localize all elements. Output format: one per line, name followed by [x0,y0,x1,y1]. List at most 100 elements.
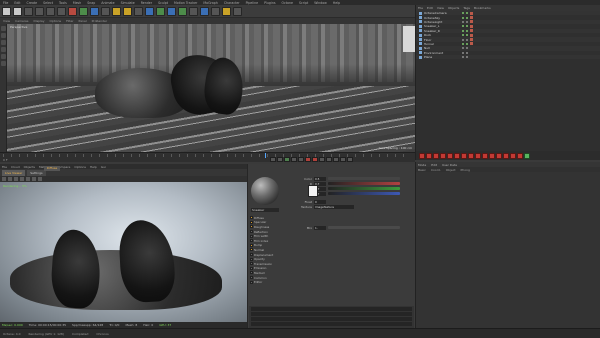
y-axis-icon[interactable] [79,6,88,16]
render-dot[interactable] [466,16,468,19]
cube-icon[interactable] [145,6,154,16]
green-slider[interactable] [328,187,400,190]
channel-editor[interactable]: Editor [250,280,262,284]
field[interactable] [251,307,412,311]
channel-emission[interactable]: Emission [250,266,266,270]
stop-render-icon[interactable] [14,177,18,181]
save-image-icon[interactable] [38,177,42,181]
octane-icon[interactable] [233,6,242,16]
material-swatch-icon[interactable] [496,152,502,159]
material-tag-icon[interactable] [470,29,473,33]
menu-item-5[interactable]: Mesh [73,1,81,5]
coord-system-icon[interactable] [101,6,110,16]
visibility-dot[interactable] [462,25,464,28]
object-manager-menu-item-0[interactable]: File [418,6,423,10]
attribute-subtab-0[interactable]: Basic [418,168,426,172]
keyframe-icon[interactable] [319,157,325,162]
material-tag-icon[interactable] [470,42,473,46]
channel-checkbox[interactable] [250,253,253,257]
material-swatch-icon[interactable] [503,152,509,159]
rotate-icon[interactable] [57,6,66,16]
model-mode-icon[interactable] [1,26,6,31]
channel-reflection[interactable]: Reflection [250,230,268,234]
material-swatch-icon[interactable] [433,152,439,159]
channel-checkbox[interactable] [250,266,253,270]
visibility-dot[interactable] [462,34,464,37]
material-tag-icon[interactable] [470,11,473,15]
material-preview-sphere[interactable] [251,177,279,205]
channel-checkbox[interactable] [250,234,253,238]
render-viewer-menu-item-0[interactable]: File [2,165,7,169]
timeline-settings-icon[interactable] [347,157,353,162]
channel-checkbox[interactable] [250,243,253,247]
viewport-menu-item-3[interactable]: Options [50,19,62,23]
points-mode-icon[interactable] [1,33,6,38]
timeline[interactable]: 0 F [0,152,415,162]
redo-icon[interactable] [13,6,22,16]
focus-pick-icon[interactable] [32,177,36,181]
attribute-subtab-1[interactable]: Coord. [431,168,441,172]
material-swatch-icon[interactable] [489,152,495,159]
menu-item-9[interactable]: Render [141,1,152,5]
viewport-menu-item-5[interactable]: Panel [79,19,87,23]
menu-item-14[interactable]: Pipeline [246,1,258,5]
object-manager-menu-item-5[interactable]: Bookmarks [474,6,491,10]
render-dot[interactable] [466,34,468,37]
channel-film-width[interactable]: Film width [250,234,268,238]
material-swatch-icon[interactable] [468,152,474,159]
light-icon[interactable] [222,6,231,16]
visibility-dot[interactable] [462,12,464,15]
material-swatch-icon[interactable] [447,152,453,159]
tab-live-viewer[interactable]: Live Viewer [2,169,26,176]
array-icon[interactable] [178,6,187,16]
material-swatch-icon[interactable] [440,152,446,159]
visibility-dot[interactable] [462,38,464,41]
snap-icon[interactable] [1,61,6,66]
render-settings-icon[interactable] [134,6,143,16]
render-preview[interactable]: Rendering... 5% [0,182,247,322]
material-swatch-icon[interactable] [524,152,530,159]
menu-item-17[interactable]: Script [299,1,308,5]
visibility-dot[interactable] [462,47,464,50]
scene-icon[interactable] [200,6,209,16]
channel-checkbox[interactable] [250,230,253,234]
channel-checkbox[interactable] [250,262,253,266]
restart-render-icon[interactable] [2,177,6,181]
render-view-icon[interactable] [112,6,121,16]
color-swatch[interactable] [308,185,318,197]
viewport-menu-item-6[interactable]: ProRender [92,19,107,23]
keyframe-rotate-icon[interactable] [333,157,339,162]
color-value[interactable]: 0.5 [314,176,326,181]
render-dot[interactable] [466,20,468,23]
viewport-menu-item-2[interactable]: Display [33,19,44,23]
object-manager-menu-item-2[interactable]: View [437,6,444,10]
visibility-dot[interactable] [462,20,464,23]
visibility-dot[interactable] [462,56,464,59]
polygons-mode-icon[interactable] [1,47,6,52]
menu-item-19[interactable]: Help [333,1,340,5]
menu-item-6[interactable]: Snap [87,1,95,5]
play-icon[interactable] [284,157,290,162]
channel-checkbox[interactable] [250,257,253,261]
visibility-dot[interactable] [462,51,464,54]
render-dot[interactable] [466,12,468,15]
camera-icon[interactable] [211,6,220,16]
channel-medium[interactable]: Medium [250,271,265,275]
blue-slider[interactable] [328,192,400,195]
mix-slider[interactable] [328,226,400,229]
active-channel-header[interactable]: Diffuse [44,166,60,171]
subdivision-icon[interactable] [167,6,176,16]
channel-normal[interactable]: Normal [250,248,264,252]
tab-settings[interactable]: Settings [27,169,46,176]
channel-roughness[interactable]: Roughness [250,225,269,229]
menu-item-3[interactable]: Select [43,1,53,5]
attribute-tab-1[interactable]: Edit [431,163,437,167]
record-icon[interactable] [305,157,311,162]
channel-transmission[interactable]: Transmission [250,262,272,266]
field[interactable] [251,317,412,321]
channel-checkbox[interactable] [250,248,253,252]
edges-mode-icon[interactable] [1,40,6,45]
material-swatch-icon[interactable] [475,152,481,159]
render-picture-icon[interactable] [123,6,132,16]
playhead[interactable] [265,153,266,158]
